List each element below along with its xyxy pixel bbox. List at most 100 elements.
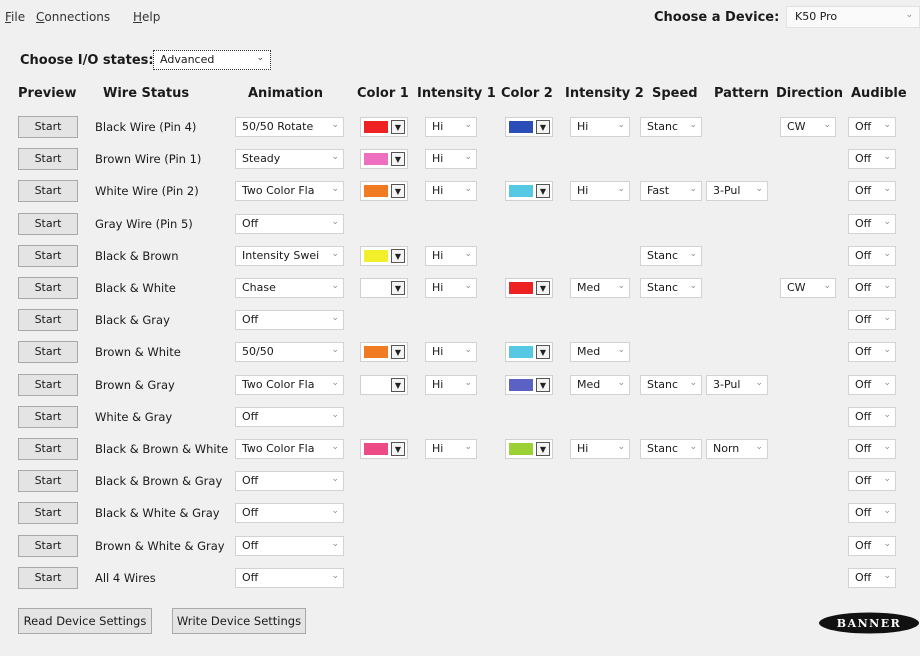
chevron-down-icon[interactable]: ▼ — [391, 345, 405, 360]
intensity2-select[interactable]: Med ⌄ — [570, 342, 630, 363]
chevron-down-icon[interactable]: ▼ — [536, 281, 550, 295]
color2-picker[interactable]: ▼ — [505, 181, 553, 202]
direction-select[interactable]: CW ⌄ — [780, 278, 836, 298]
animation-select[interactable]: Off ⌄ — [235, 535, 344, 556]
speed-select[interactable]: Stanc ⌄ — [640, 439, 702, 459]
audible-select[interactable]: Off ⌄ — [848, 245, 896, 266]
color1-picker[interactable]: ▼ — [360, 374, 408, 395]
audible-select[interactable]: Off ⌄ — [848, 149, 896, 170]
chevron-down-icon[interactable]: ▼ — [536, 184, 550, 199]
chevron-down-icon[interactable]: ▼ — [391, 442, 405, 456]
menu-help[interactable]: Help — [133, 10, 160, 24]
device-select[interactable]: K50 Pro ⌄ — [786, 6, 920, 28]
animation-select[interactable]: 50/50 ⌄ — [235, 342, 344, 363]
chevron-down-icon[interactable]: ▼ — [536, 442, 550, 456]
audible-select[interactable]: Off ⌄ — [848, 439, 896, 459]
intensity1-select[interactable]: Hi ⌄ — [425, 278, 477, 298]
color2-picker[interactable]: ▼ — [505, 439, 553, 459]
menu-connections[interactable]: Connections — [36, 10, 110, 24]
intensity2-select[interactable]: Hi ⌄ — [570, 117, 630, 137]
color2-picker[interactable]: ▼ — [505, 117, 553, 137]
intensity1-select[interactable]: Hi ⌄ — [425, 181, 477, 202]
start-button[interactable]: Start — [18, 341, 78, 364]
audible-select[interactable]: Off ⌄ — [848, 535, 896, 556]
start-button[interactable]: Start — [18, 502, 78, 525]
speed-select[interactable]: Stanc ⌄ — [640, 374, 702, 395]
chevron-down-icon[interactable]: ▼ — [391, 377, 405, 392]
start-button[interactable]: Start — [18, 116, 78, 138]
color1-picker[interactable]: ▼ — [360, 181, 408, 202]
intensity1-select[interactable]: Hi ⌄ — [425, 342, 477, 363]
animation-select[interactable]: Two Color Fla ⌄ — [235, 439, 344, 459]
chevron-down-icon[interactable]: ▼ — [391, 120, 405, 134]
intensity1-select[interactable]: Hi ⌄ — [425, 374, 477, 395]
animation-select[interactable]: Chase ⌄ — [235, 278, 344, 298]
speed-select[interactable]: Fast ⌄ — [640, 181, 702, 202]
start-button[interactable]: Start — [18, 470, 78, 493]
animation-select[interactable]: Off ⌄ — [235, 213, 344, 234]
intensity2-select[interactable]: Hi ⌄ — [570, 439, 630, 459]
animation-select[interactable]: Off ⌄ — [235, 406, 344, 427]
audible-select[interactable]: Off ⌄ — [848, 503, 896, 524]
color2-picker[interactable]: ▼ — [505, 342, 553, 363]
color1-picker[interactable]: ▼ — [360, 149, 408, 170]
intensity1-select[interactable]: Hi ⌄ — [425, 149, 477, 170]
animation-select[interactable]: Intensity Swei ⌄ — [235, 245, 344, 266]
audible-select[interactable]: Off ⌄ — [848, 310, 896, 331]
intensity1-select[interactable]: Hi ⌄ — [425, 117, 477, 137]
intensity2-select[interactable]: Med ⌄ — [570, 374, 630, 395]
read-device-settings-button[interactable]: Read Device Settings — [18, 608, 152, 634]
audible-select[interactable]: Off ⌄ — [848, 406, 896, 427]
chevron-down-icon[interactable]: ▼ — [536, 345, 550, 360]
animation-select[interactable]: Off ⌄ — [235, 503, 344, 524]
color1-picker[interactable]: ▼ — [360, 117, 408, 137]
animation-select[interactable]: 50/50 Rotate ⌄ — [235, 117, 344, 137]
start-button[interactable]: Start — [18, 180, 78, 203]
pattern-select[interactable]: 3-Pul ⌄ — [706, 374, 768, 395]
color2-picker[interactable]: ▼ — [505, 278, 553, 298]
speed-select[interactable]: Stanc ⌄ — [640, 245, 702, 266]
color2-picker[interactable]: ▼ — [505, 374, 553, 395]
pattern-select[interactable]: Norn ⌄ — [706, 439, 768, 459]
start-button[interactable]: Start — [18, 405, 78, 428]
start-button[interactable]: Start — [18, 534, 78, 557]
audible-select[interactable]: Off ⌄ — [848, 117, 896, 137]
audible-select[interactable]: Off ⌄ — [848, 278, 896, 298]
color1-picker[interactable]: ▼ — [360, 245, 408, 266]
pattern-select[interactable]: 3-Pul ⌄ — [706, 181, 768, 202]
intensity1-select[interactable]: Hi ⌄ — [425, 439, 477, 459]
color1-picker[interactable]: ▼ — [360, 278, 408, 298]
audible-select[interactable]: Off ⌄ — [848, 374, 896, 395]
animation-select[interactable]: Two Color Fla ⌄ — [235, 374, 344, 395]
chevron-down-icon[interactable]: ▼ — [536, 120, 550, 134]
speed-select[interactable]: Stanc ⌄ — [640, 278, 702, 298]
audible-select[interactable]: Off ⌄ — [848, 213, 896, 234]
chevron-down-icon[interactable]: ▼ — [391, 184, 405, 199]
animation-select[interactable]: Off ⌄ — [235, 567, 344, 588]
audible-select[interactable]: Off ⌄ — [848, 181, 896, 202]
write-device-settings-button[interactable]: Write Device Settings — [172, 608, 306, 634]
io-states-select[interactable]: Advanced ⌄ — [153, 50, 271, 70]
start-button[interactable]: Start — [18, 212, 78, 235]
start-button[interactable]: Start — [18, 566, 78, 589]
start-button[interactable]: Start — [18, 373, 78, 396]
animation-select[interactable]: Steady ⌄ — [235, 149, 344, 170]
animation-select[interactable]: Two Color Fla ⌄ — [235, 181, 344, 202]
audible-select[interactable]: Off ⌄ — [848, 342, 896, 363]
intensity1-select[interactable]: Hi ⌄ — [425, 245, 477, 266]
chevron-down-icon[interactable]: ▼ — [391, 281, 405, 295]
audible-select[interactable]: Off ⌄ — [848, 567, 896, 588]
chevron-down-icon[interactable]: ▼ — [391, 248, 405, 263]
intensity2-select[interactable]: Med ⌄ — [570, 278, 630, 298]
menu-file[interactable]: File — [5, 10, 25, 24]
start-button[interactable]: Start — [18, 148, 78, 171]
start-button[interactable]: Start — [18, 244, 78, 267]
intensity2-select[interactable]: Hi ⌄ — [570, 181, 630, 202]
start-button[interactable]: Start — [18, 309, 78, 332]
animation-select[interactable]: Off ⌄ — [235, 310, 344, 331]
color1-picker[interactable]: ▼ — [360, 439, 408, 459]
start-button[interactable]: Start — [18, 277, 78, 299]
animation-select[interactable]: Off ⌄ — [235, 471, 344, 492]
color1-picker[interactable]: ▼ — [360, 342, 408, 363]
speed-select[interactable]: Stanc ⌄ — [640, 117, 702, 137]
